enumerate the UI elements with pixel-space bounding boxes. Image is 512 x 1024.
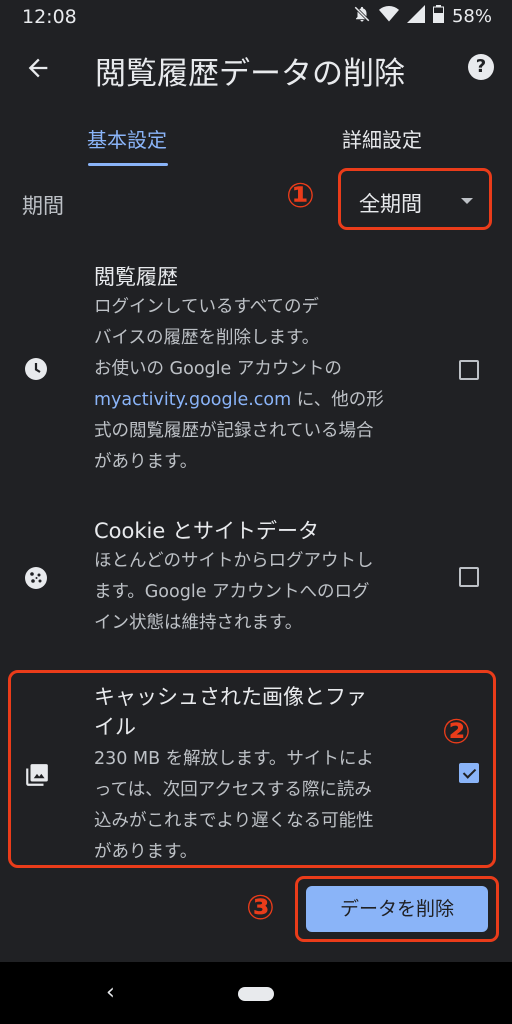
- tab-indicator: [88, 163, 168, 166]
- delete-data-button[interactable]: データを削除: [306, 886, 488, 932]
- clock-icon: [24, 357, 48, 381]
- desc-line: ます。Google アカウントへのログ: [94, 582, 370, 602]
- app-bar: 閲覧履歴データの削除 ?: [0, 34, 512, 102]
- time-range-label: 期間: [22, 194, 64, 218]
- desc-line: ほとんどのサイトからログアウトし: [94, 551, 374, 571]
- system-nav-bar: ‹: [0, 962, 512, 1024]
- tab-bar: 基本設定 詳細設定: [0, 102, 512, 166]
- browsing-history-title: 閲覧履歴: [94, 265, 178, 289]
- cookie-icon: [24, 566, 48, 590]
- battery-icon: [432, 5, 444, 28]
- page-title: 閲覧履歴データの削除: [95, 56, 405, 92]
- battery-percent: 58%: [451, 6, 492, 27]
- status-time: 12:08: [22, 6, 77, 28]
- nav-home-pill[interactable]: [238, 987, 274, 1001]
- dropdown-caret-icon: [461, 198, 473, 204]
- time-range-dropdown[interactable]: 全期間: [338, 168, 492, 230]
- annotation-marker-1: ①: [286, 176, 315, 216]
- annotation-highlight-box: [8, 670, 496, 868]
- cookies-title: Cookie とサイトデータ: [94, 519, 319, 543]
- desc-line: イン状態は維持されます。: [94, 613, 303, 633]
- cookies-checkbox[interactable]: [459, 567, 479, 587]
- delete-button-highlight: データを削除: [295, 876, 499, 942]
- desc-line: お使いの Google アカウントの: [94, 359, 342, 379]
- help-icon[interactable]: ?: [468, 54, 494, 80]
- tab-advanced[interactable]: 詳細設定: [342, 124, 422, 153]
- time-range-value: 全期間: [359, 192, 422, 216]
- desc-line: myactivity.google.com に、他の形: [94, 385, 434, 416]
- desc-line: 式の閲覧履歴が記録されている場合: [94, 421, 374, 441]
- dnd-off-icon: [353, 5, 371, 28]
- wifi-icon: [378, 5, 399, 28]
- nav-back-icon[interactable]: ‹: [106, 980, 115, 1005]
- annotation-marker-3: ③: [246, 888, 275, 928]
- cookies-description: ほとんどのサイトからログアウトし ます。Google アカウントへのログ イン状…: [94, 546, 434, 639]
- status-bar: 12:08 58%: [0, 0, 512, 34]
- desc-line: バイスの履歴を削除します。: [94, 328, 320, 348]
- browsing-history-item[interactable]: 閲覧履歴 ログインしているすべてのデ バイスの履歴を削除します。 お使いの Go…: [0, 262, 512, 482]
- arrow-back-icon[interactable]: [20, 50, 56, 86]
- myactivity-link[interactable]: myactivity.google.com: [94, 390, 291, 410]
- browsing-history-description: ログインしているすべてのデ バイスの履歴を削除します。 お使いの Google …: [94, 292, 434, 478]
- desc-line: ログインしているすべてのデ: [94, 297, 320, 317]
- browsing-history-checkbox[interactable]: [459, 360, 479, 380]
- tab-basic[interactable]: 基本設定: [87, 124, 167, 153]
- link-suffix: に、他の形: [291, 390, 384, 410]
- desc-line: があります。: [94, 452, 198, 472]
- status-icons: 58%: [353, 5, 492, 28]
- annotation-marker-2: ②: [442, 712, 471, 752]
- cookies-item[interactable]: Cookie とサイトデータ ほとんどのサイトからログアウトし ます。Googl…: [0, 516, 512, 646]
- signal-icon: [406, 5, 425, 28]
